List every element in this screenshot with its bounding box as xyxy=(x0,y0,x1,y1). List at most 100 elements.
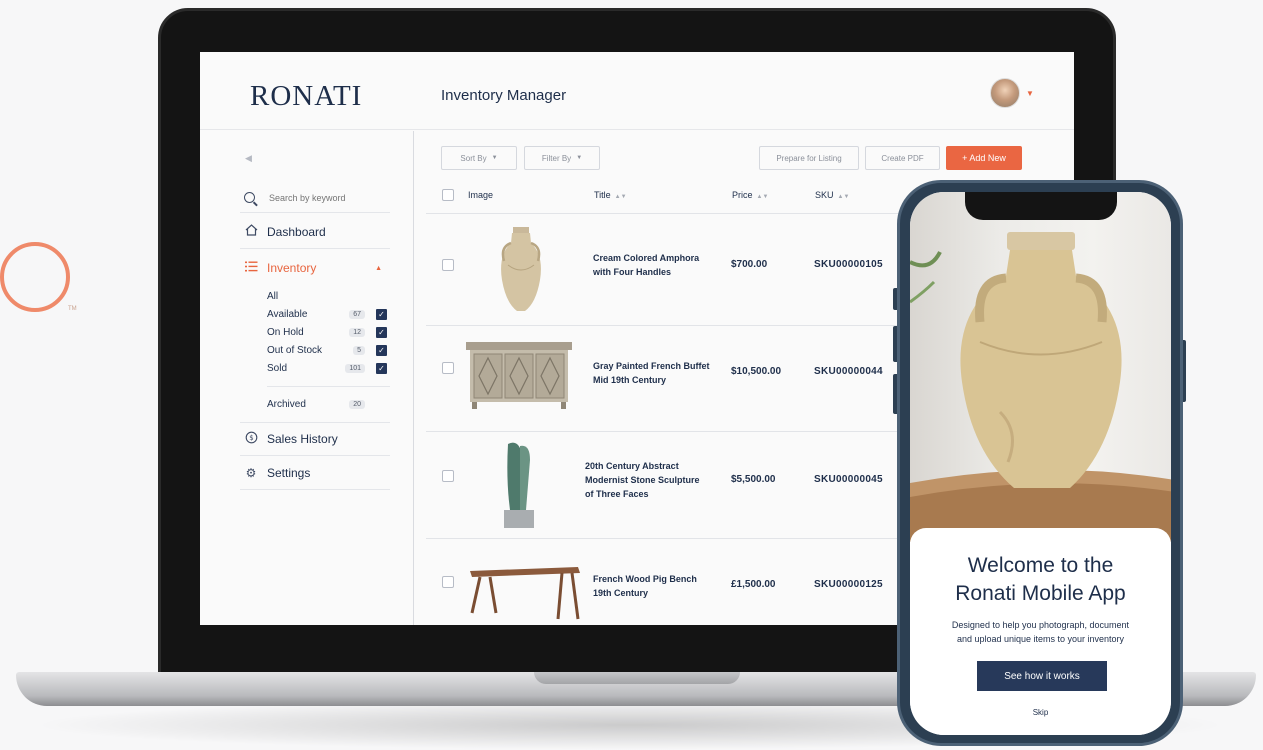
page-title: Inventory Manager xyxy=(441,87,567,104)
inventory-filter-on-hold[interactable]: On Hold 12 ✓ xyxy=(267,323,389,341)
amphora-thumbnail[interactable] xyxy=(496,225,546,313)
home-icon xyxy=(243,224,259,239)
item-title-line: French Wood Pig Bench xyxy=(593,574,697,584)
search-icon xyxy=(244,192,255,203)
checkbox-checked-icon[interactable]: ✓ xyxy=(376,308,387,320)
buffet-thumbnail[interactable] xyxy=(464,340,574,410)
inventory-filter-out-of-stock[interactable]: Out of Stock 5 ✓ xyxy=(267,341,389,359)
sidebar-item-label: Settings xyxy=(267,465,311,480)
filter-by-dropdown[interactable]: Filter By ▼ xyxy=(524,146,600,170)
inventory-filter-all[interactable]: All xyxy=(267,287,389,305)
welcome-description-line: Designed to help you photograph, documen… xyxy=(951,620,1130,630)
inventory-filter-sold[interactable]: Sold 101 ✓ xyxy=(267,359,389,377)
item-title[interactable]: French Wood Pig Bench 19th Century xyxy=(593,572,697,600)
item-title-line: Cream Colored Amphora xyxy=(593,253,700,263)
item-price: £1,500.00 xyxy=(731,579,776,590)
row-checkbox[interactable] xyxy=(442,259,454,271)
count-badge: 20 xyxy=(349,399,365,409)
column-title-label: Title xyxy=(594,190,611,200)
column-header-sku[interactable]: SKU ▲▼ xyxy=(815,190,849,200)
sort-by-dropdown[interactable]: Sort By ▼ xyxy=(441,146,517,170)
select-all-checkbox[interactable] xyxy=(442,189,454,201)
prepare-for-listing-button[interactable]: Prepare for Listing xyxy=(759,146,859,170)
item-title-line: Mid 19th Century xyxy=(593,375,667,385)
chevron-up-icon[interactable]: ▲ xyxy=(375,265,382,272)
item-title-line: with Four Handles xyxy=(593,267,672,277)
welcome-description-line: and upload unique items to your inventor… xyxy=(956,634,1125,644)
skip-link[interactable]: Skip xyxy=(910,708,1171,717)
welcome-heading: Welcome to the Ronati Mobile App xyxy=(910,552,1171,608)
filter-label: Archived xyxy=(267,398,306,410)
count-badge: 101 xyxy=(345,363,365,373)
count-badge: 5 xyxy=(353,345,365,355)
see-how-it-works-button[interactable]: See how it works xyxy=(977,661,1107,691)
column-sku-label: SKU xyxy=(815,190,834,200)
sort-icon[interactable]: ▲▼ xyxy=(615,194,627,200)
sort-icon[interactable]: ▲▼ xyxy=(838,194,850,200)
column-header-price[interactable]: Price ▲▼ xyxy=(732,190,768,200)
item-title-line: Modernist Stone Sculpture xyxy=(585,475,700,485)
sculpture-thumbnail[interactable] xyxy=(498,440,540,530)
row-checkbox[interactable] xyxy=(442,470,454,482)
checkbox-checked-icon[interactable]: ✓ xyxy=(376,362,387,374)
sidebar-item-label: Dashboard xyxy=(267,224,326,239)
column-header-title[interactable]: Title ▲▼ xyxy=(594,190,627,200)
count-badge: 12 xyxy=(349,327,365,337)
filter-label: All xyxy=(267,290,279,302)
marketing-stage: TM RONATI Inventory Manager ▼ ◀ Dashboar… xyxy=(0,0,1263,750)
laptop-notch xyxy=(534,672,740,684)
ronati-logo[interactable]: RONATI xyxy=(250,80,362,113)
amphora-illustration xyxy=(910,232,1171,542)
welcome-card: Welcome to the Ronati Mobile App Designe… xyxy=(910,528,1171,735)
item-price: $5,500.00 xyxy=(731,474,776,485)
filter-label: Out of Stock xyxy=(267,344,323,356)
item-price: $700.00 xyxy=(731,259,768,270)
phone-notch xyxy=(965,192,1117,220)
sidebar-search xyxy=(240,183,390,213)
item-title-line: 19th Century xyxy=(593,588,649,598)
sort-by-label: Sort By xyxy=(460,153,487,163)
item-title-line: Gray Painted French Buffet xyxy=(593,361,710,371)
inventory-filter-archived[interactable]: Archived 20 xyxy=(267,395,389,413)
item-title-line: of Three Faces xyxy=(585,489,649,499)
item-sku: SKU00000105 xyxy=(814,259,883,270)
create-pdf-button[interactable]: Create PDF xyxy=(865,146,940,170)
checkbox-checked-icon[interactable]: ✓ xyxy=(376,326,387,338)
sidebar: ◀ Dashboard Inventory ▲ All xyxy=(200,131,414,625)
app-header: RONATI Inventory Manager ▼ xyxy=(200,52,1074,130)
list-icon xyxy=(243,261,259,275)
ronati-ring-logo-icon xyxy=(0,242,70,312)
sidebar-item-sales-history[interactable]: $ Sales History xyxy=(240,422,390,456)
item-title[interactable]: 20th Century Abstract Modernist Stone Sc… xyxy=(585,459,700,501)
add-new-button[interactable]: + Add New xyxy=(946,146,1022,170)
item-title[interactable]: Cream Colored Amphora with Four Handles xyxy=(593,251,699,279)
sidebar-item-settings[interactable]: ⚙ Settings xyxy=(240,456,390,490)
inventory-filter-available[interactable]: Available 67 ✓ xyxy=(267,305,389,323)
user-avatar[interactable] xyxy=(990,78,1020,108)
svg-text:$: $ xyxy=(249,434,253,442)
checkbox-checked-icon[interactable]: ✓ xyxy=(376,344,387,356)
sort-icon[interactable]: ▲▼ xyxy=(757,194,769,200)
row-checkbox[interactable] xyxy=(442,576,454,588)
search-input[interactable] xyxy=(269,192,389,203)
bench-thumbnail[interactable] xyxy=(466,553,584,625)
filter-label: On Hold xyxy=(267,326,304,338)
item-title[interactable]: Gray Painted French Buffet Mid 19th Cent… xyxy=(593,359,710,387)
chevron-down-icon: ▼ xyxy=(491,155,498,161)
collapse-sidebar-icon[interactable]: ◀ xyxy=(245,153,252,164)
filter-label: Available xyxy=(267,308,308,320)
sidebar-item-inventory[interactable]: Inventory ▲ xyxy=(240,251,390,285)
count-badge: 67 xyxy=(349,309,365,319)
chevron-down-icon[interactable]: ▼ xyxy=(1026,89,1034,98)
divider xyxy=(267,386,390,387)
column-header-image: Image xyxy=(468,190,494,200)
welcome-heading-line: Ronati Mobile App xyxy=(955,582,1126,605)
sidebar-item-dashboard[interactable]: Dashboard xyxy=(240,215,390,249)
history-icon: $ xyxy=(243,431,259,447)
column-price-label: Price xyxy=(732,190,753,200)
item-title-line: 20th Century Abstract xyxy=(585,461,679,471)
welcome-heading-line: Welcome to the xyxy=(967,554,1114,577)
row-checkbox[interactable] xyxy=(442,362,454,374)
filter-by-label: Filter By xyxy=(541,153,572,163)
chevron-down-icon: ▼ xyxy=(576,155,583,161)
